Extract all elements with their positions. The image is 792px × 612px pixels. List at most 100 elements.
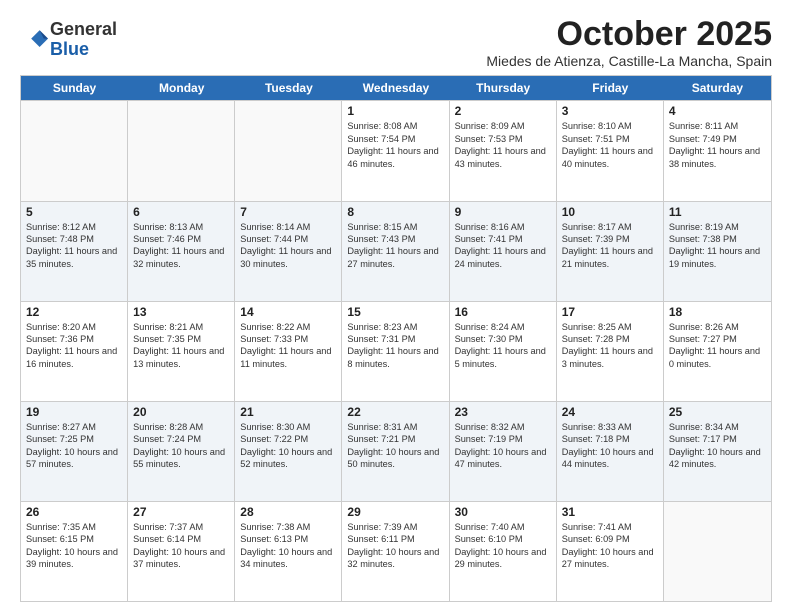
calendar-cell: 31 Sunrise: 7:41 AM Sunset: 6:09 PM Dayli…: [557, 502, 664, 601]
cell-text: Sunrise: 8:24 AM Sunset: 7:30 PM Dayligh…: [455, 321, 551, 371]
cell-text: Sunrise: 8:09 AM Sunset: 7:53 PM Dayligh…: [455, 120, 551, 170]
calendar-cell: 19 Sunrise: 8:27 AM Sunset: 7:25 PM Dayli…: [21, 402, 128, 501]
cell-text: Sunrise: 8:15 AM Sunset: 7:43 PM Dayligh…: [347, 221, 443, 271]
calendar-cell: 9 Sunrise: 8:16 AM Sunset: 7:41 PM Daylig…: [450, 202, 557, 301]
day-number: 2: [455, 104, 551, 118]
day-number: 19: [26, 405, 122, 419]
cell-text: Sunrise: 8:20 AM Sunset: 7:36 PM Dayligh…: [26, 321, 122, 371]
day-number: 26: [26, 505, 122, 519]
calendar-cell: 17Sunrise: 8:25 AM Sunset: 7:28 PM Dayli…: [557, 302, 664, 401]
calendar-cell: 5 Sunrise: 8:12 AM Sunset: 7:48 PM Daylig…: [21, 202, 128, 301]
calendar-cell: 24 Sunrise: 8:33 AM Sunset: 7:18 PM Dayli…: [557, 402, 664, 501]
cell-text: Sunrise: 8:33 AM Sunset: 7:18 PM Dayligh…: [562, 421, 658, 471]
day-number: 8: [347, 205, 443, 219]
day-number: 15: [347, 305, 443, 319]
calendar-cell: 20 Sunrise: 8:28 AM Sunset: 7:24 PM Dayli…: [128, 402, 235, 501]
day-number: 5: [26, 205, 122, 219]
calendar-cell: [664, 502, 771, 601]
header-day-friday: Friday: [557, 76, 664, 100]
page: General Blue October 2025 Miedes de Atie…: [0, 0, 792, 612]
calendar-cell: [21, 101, 128, 200]
day-number: 23: [455, 405, 551, 419]
logo-blue: Blue: [50, 40, 117, 60]
calendar-cell: 16 Sunrise: 8:24 AM Sunset: 7:30 PM Dayli…: [450, 302, 557, 401]
calendar-header: SundayMondayTuesdayWednesdayThursdayFrid…: [21, 76, 771, 100]
calendar-row-2: 5 Sunrise: 8:12 AM Sunset: 7:48 PM Daylig…: [21, 201, 771, 301]
cell-text: Sunrise: 7:37 AM Sunset: 6:14 PM Dayligh…: [133, 521, 229, 571]
day-number: 20: [133, 405, 229, 419]
cell-text: Sunrise: 8:12 AM Sunset: 7:48 PM Dayligh…: [26, 221, 122, 271]
day-number: 24: [562, 405, 658, 419]
cell-text: Sunrise: 8:11 AM Sunset: 7:49 PM Dayligh…: [669, 120, 766, 170]
cell-text: Sunrise: 8:28 AM Sunset: 7:24 PM Dayligh…: [133, 421, 229, 471]
calendar-cell: 8 Sunrise: 8:15 AM Sunset: 7:43 PM Daylig…: [342, 202, 449, 301]
month-title: October 2025: [486, 16, 772, 53]
calendar-cell: 25 Sunrise: 8:34 AM Sunset: 7:17 PM Dayli…: [664, 402, 771, 501]
day-number: 28: [240, 505, 336, 519]
day-number: 4: [669, 104, 766, 118]
calendar-cell: 15 Sunrise: 8:23 AM Sunset: 7:31 PM Dayli…: [342, 302, 449, 401]
calendar-cell: 2 Sunrise: 8:09 AM Sunset: 7:53 PM Daylig…: [450, 101, 557, 200]
day-number: 16: [455, 305, 551, 319]
calendar-cell: 13Sunrise: 8:21 AM Sunset: 7:35 PM Dayli…: [128, 302, 235, 401]
cell-text: Sunrise: 8:17 AM Sunset: 7:39 PM Dayligh…: [562, 221, 658, 271]
cell-text: Sunrise: 7:38 AM Sunset: 6:13 PM Dayligh…: [240, 521, 336, 571]
cell-text: Sunrise: 8:22 AM Sunset: 7:33 PM Dayligh…: [240, 321, 336, 371]
subtitle: Miedes de Atienza, Castille-La Mancha, S…: [486, 53, 772, 69]
day-number: 31: [562, 505, 658, 519]
cell-text: Sunrise: 8:13 AM Sunset: 7:46 PM Dayligh…: [133, 221, 229, 271]
cell-text: Sunrise: 8:31 AM Sunset: 7:21 PM Dayligh…: [347, 421, 443, 471]
logo-icon: [20, 26, 48, 54]
calendar-cell: 1Sunrise: 8:08 AM Sunset: 7:54 PM Daylig…: [342, 101, 449, 200]
day-number: 10: [562, 205, 658, 219]
calendar-cell: 27 Sunrise: 7:37 AM Sunset: 6:14 PM Dayli…: [128, 502, 235, 601]
calendar-cell: [235, 101, 342, 200]
day-number: 17: [562, 305, 658, 319]
cell-text: Sunrise: 8:27 AM Sunset: 7:25 PM Dayligh…: [26, 421, 122, 471]
calendar: SundayMondayTuesdayWednesdayThursdayFrid…: [20, 75, 772, 602]
day-number: 25: [669, 405, 766, 419]
calendar-row-3: 12Sunrise: 8:20 AM Sunset: 7:36 PM Dayli…: [21, 301, 771, 401]
calendar-cell: 18Sunrise: 8:26 AM Sunset: 7:27 PM Dayli…: [664, 302, 771, 401]
day-number: 9: [455, 205, 551, 219]
header-day-saturday: Saturday: [664, 76, 771, 100]
cell-text: Sunrise: 8:10 AM Sunset: 7:51 PM Dayligh…: [562, 120, 658, 170]
logo-general: General: [50, 20, 117, 40]
header-day-wednesday: Wednesday: [342, 76, 449, 100]
calendar-cell: 14 Sunrise: 8:22 AM Sunset: 7:33 PM Dayli…: [235, 302, 342, 401]
day-number: 13: [133, 305, 229, 319]
calendar-cell: 11Sunrise: 8:19 AM Sunset: 7:38 PM Dayli…: [664, 202, 771, 301]
title-block: October 2025 Miedes de Atienza, Castille…: [486, 16, 772, 69]
day-number: 3: [562, 104, 658, 118]
header-day-monday: Monday: [128, 76, 235, 100]
cell-text: Sunrise: 8:30 AM Sunset: 7:22 PM Dayligh…: [240, 421, 336, 471]
day-number: 27: [133, 505, 229, 519]
cell-text: Sunrise: 7:40 AM Sunset: 6:10 PM Dayligh…: [455, 521, 551, 571]
calendar-row-1: 1Sunrise: 8:08 AM Sunset: 7:54 PM Daylig…: [21, 100, 771, 200]
header-day-tuesday: Tuesday: [235, 76, 342, 100]
calendar-cell: 7Sunrise: 8:14 AM Sunset: 7:44 PM Daylig…: [235, 202, 342, 301]
calendar-cell: 28 Sunrise: 7:38 AM Sunset: 6:13 PM Dayli…: [235, 502, 342, 601]
day-number: 14: [240, 305, 336, 319]
calendar-row-5: 26Sunrise: 7:35 AM Sunset: 6:15 PM Dayli…: [21, 501, 771, 601]
cell-text: Sunrise: 8:32 AM Sunset: 7:19 PM Dayligh…: [455, 421, 551, 471]
day-number: 7: [240, 205, 336, 219]
cell-text: Sunrise: 8:26 AM Sunset: 7:27 PM Dayligh…: [669, 321, 766, 371]
cell-text: Sunrise: 8:23 AM Sunset: 7:31 PM Dayligh…: [347, 321, 443, 371]
cell-text: Sunrise: 8:34 AM Sunset: 7:17 PM Dayligh…: [669, 421, 766, 471]
day-number: 6: [133, 205, 229, 219]
cell-text: Sunrise: 8:19 AM Sunset: 7:38 PM Dayligh…: [669, 221, 766, 271]
calendar-cell: 6 Sunrise: 8:13 AM Sunset: 7:46 PM Daylig…: [128, 202, 235, 301]
cell-text: Sunrise: 7:41 AM Sunset: 6:09 PM Dayligh…: [562, 521, 658, 571]
logo-text: General Blue: [50, 20, 117, 60]
day-number: 22: [347, 405, 443, 419]
calendar-cell: 30 Sunrise: 7:40 AM Sunset: 6:10 PM Dayli…: [450, 502, 557, 601]
day-number: 1: [347, 104, 443, 118]
calendar-row-4: 19 Sunrise: 8:27 AM Sunset: 7:25 PM Dayli…: [21, 401, 771, 501]
day-number: 21: [240, 405, 336, 419]
calendar-cell: 12Sunrise: 8:20 AM Sunset: 7:36 PM Dayli…: [21, 302, 128, 401]
calendar-cell: 22 Sunrise: 8:31 AM Sunset: 7:21 PM Dayli…: [342, 402, 449, 501]
cell-text: Sunrise: 8:16 AM Sunset: 7:41 PM Dayligh…: [455, 221, 551, 271]
day-number: 30: [455, 505, 551, 519]
calendar-cell: 26Sunrise: 7:35 AM Sunset: 6:15 PM Dayli…: [21, 502, 128, 601]
